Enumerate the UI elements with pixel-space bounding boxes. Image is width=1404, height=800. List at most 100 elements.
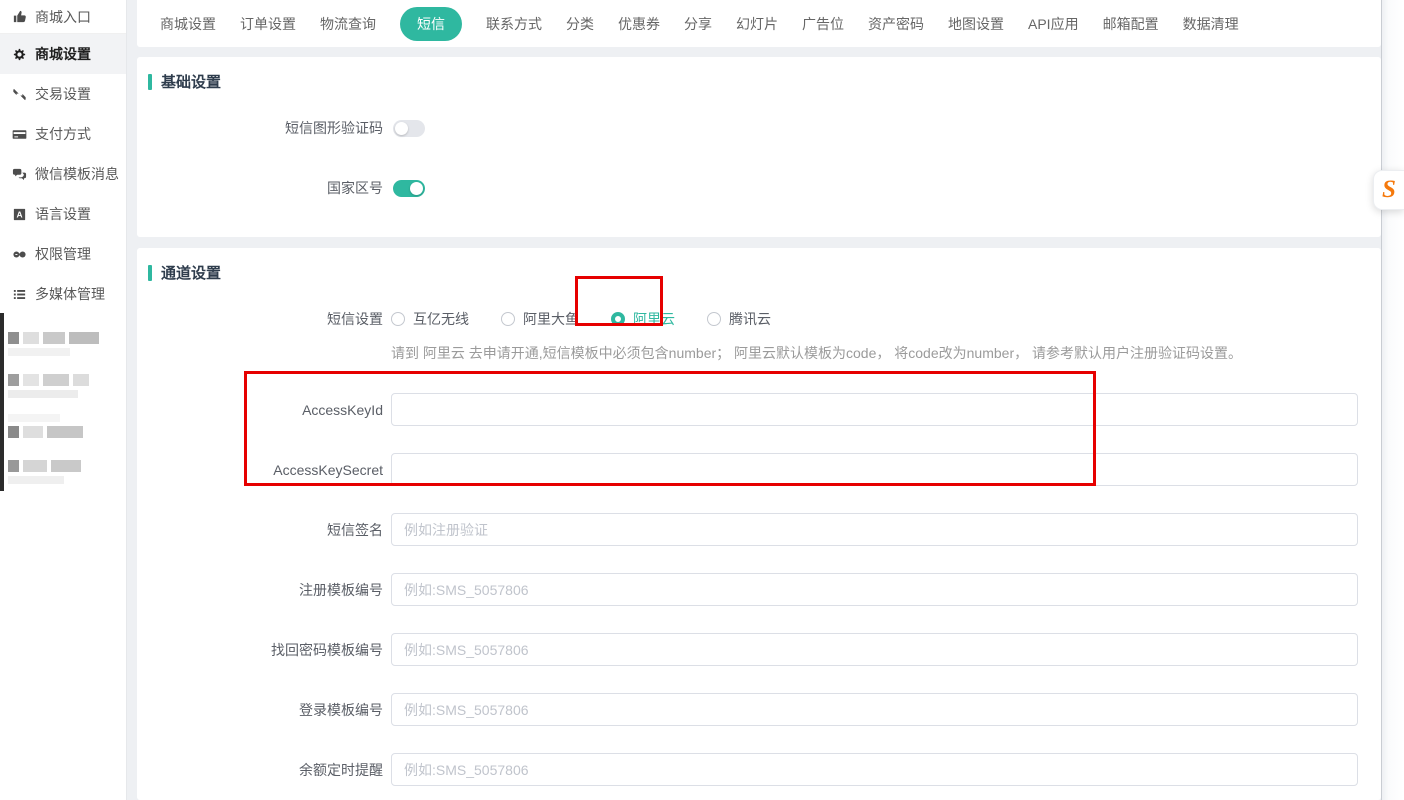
s-logo-icon: S (1382, 177, 1396, 202)
tab-email-config[interactable]: 邮箱配置 (1103, 14, 1159, 34)
sidebar-item-mall-settings[interactable]: 商城设置 (0, 34, 126, 74)
accesskeysecret-field[interactable] (391, 453, 1358, 486)
register-template-row: 注册模板编号 (137, 573, 1381, 606)
blurred-menu-item[interactable] (8, 374, 120, 386)
radio-aliyun[interactable]: 阿里云 (611, 309, 675, 329)
tab-category[interactable]: 分类 (566, 14, 594, 34)
sidebar-item-trade-settings[interactable]: 交易设置 (0, 74, 126, 114)
section-header: 基础设置 (137, 57, 1381, 92)
section-title: 通道设置 (161, 262, 221, 283)
country-code-label: 国家区号 (137, 178, 383, 198)
sms-captcha-toggle[interactable] (393, 120, 425, 137)
tab-sms[interactable]: 短信 (400, 7, 462, 41)
sidebar-scroll-indicator (0, 313, 4, 491)
sidebar-blurred-items (8, 332, 120, 484)
balance-reminder-label: 余额定时提醒 (137, 760, 383, 780)
radio-icon (391, 312, 405, 326)
password-recovery-template-label: 找回密码模板编号 (137, 640, 383, 660)
accesskeyid-label: AccessKeyId (137, 402, 383, 418)
channel-settings-section: 通道设置 短信设置 互亿无线 阿里大鱼 阿里云 腾讯云 请到 阿里云 去申请开通… (137, 248, 1381, 800)
sms-provider-row: 短信设置 互亿无线 阿里大鱼 阿里云 腾讯云 (137, 309, 1381, 329)
comments-icon (12, 167, 27, 182)
section-accent-bar (148, 265, 152, 281)
settings-tabbar: 商城设置 订单设置 物流查询 短信 联系方式 分类 优惠券 分享 幻灯片 广告位… (137, 0, 1381, 47)
balance-reminder-field[interactable] (391, 753, 1358, 786)
section-header: 通道设置 (137, 248, 1381, 283)
sms-sign-field[interactable] (391, 513, 1358, 546)
sidebar-item-label: 商城设置 (35, 44, 91, 64)
password-recovery-template-row: 找回密码模板编号 (137, 633, 1381, 666)
sidebar-item-multimedia[interactable]: 多媒体管理 (0, 274, 126, 314)
sidebar-item-label: 权限管理 (35, 244, 91, 264)
blurred-menu-subline (8, 348, 70, 356)
section-title: 基础设置 (161, 71, 221, 92)
tab-slides[interactable]: 幻灯片 (736, 14, 778, 34)
accesskeysecret-label: AccessKeySecret (137, 462, 383, 478)
register-template-label: 注册模板编号 (137, 580, 383, 600)
floating-chat-widget[interactable]: S (1373, 170, 1404, 210)
list-icon (12, 287, 27, 302)
sidebar-item-payment-methods[interactable]: 支付方式 (0, 114, 126, 154)
tab-mall-settings[interactable]: 商城设置 (160, 14, 216, 34)
country-code-row: 国家区号 (137, 178, 1381, 198)
balance-reminder-row: 余额定时提醒 (137, 753, 1381, 786)
tab-order-settings[interactable]: 订单设置 (240, 14, 296, 34)
scrollbar[interactable] (1381, 0, 1404, 800)
password-recovery-template-field[interactable] (391, 633, 1358, 666)
tab-map-settings[interactable]: 地图设置 (948, 14, 1004, 34)
mall-entrance-icon (12, 9, 27, 24)
country-code-toggle[interactable] (393, 180, 425, 197)
sidebar-item-mall-entrance[interactable]: 商城入口 (0, 0, 126, 34)
radio-icon (501, 312, 515, 326)
tab-logistics[interactable]: 物流查询 (320, 14, 376, 34)
sidebar-item-permissions[interactable]: 权限管理 (0, 234, 126, 274)
sms-provider-label: 短信设置 (137, 309, 383, 329)
tab-coupon[interactable]: 优惠券 (618, 14, 660, 34)
radio-tencent[interactable]: 腾讯云 (707, 309, 771, 329)
gear-icon (12, 47, 27, 62)
radio-label: 互亿无线 (413, 309, 469, 329)
accesskeysecret-row: AccessKeySecret (137, 453, 1381, 486)
radio-icon (707, 312, 721, 326)
sidebar-item-label: 交易设置 (35, 84, 91, 104)
sms-sign-row: 短信签名 (137, 513, 1381, 546)
accesskeyid-row: AccessKeyId (137, 393, 1381, 426)
sidebar-item-label: 语言设置 (35, 204, 91, 224)
sidebar-item-label: 微信模板消息 (35, 164, 119, 184)
toggle-knob (395, 122, 408, 135)
blurred-menu-subline (8, 476, 64, 484)
radio-label: 阿里大鱼 (523, 309, 579, 329)
tab-share[interactable]: 分享 (684, 14, 712, 34)
blurred-menu-subline (8, 414, 60, 422)
login-template-label: 登录模板编号 (137, 700, 383, 720)
accesskeyid-field[interactable] (391, 393, 1358, 426)
sidebar-item-wechat-template[interactable]: 微信模板消息 (0, 154, 126, 194)
sidebar: 商城入口 商城设置 交易设置 支付方式 微信模板消息 A 语言设置 权限管理 多… (0, 0, 127, 800)
login-template-field[interactable] (391, 693, 1358, 726)
radio-alidayu[interactable]: 阿里大鱼 (501, 309, 579, 329)
sidebar-item-language-settings[interactable]: A 语言设置 (0, 194, 126, 234)
blurred-menu-item[interactable] (8, 460, 120, 472)
sidebar-item-label: 商城入口 (35, 7, 91, 27)
sms-captcha-row: 短信图形验证码 (137, 118, 1381, 138)
radio-huyi[interactable]: 互亿无线 (391, 309, 469, 329)
radio-label: 腾讯云 (729, 309, 771, 329)
aliyun-hint-text: 请到 阿里云 去申请开通,短信模板中必须包含number； 阿里云默认模板为co… (391, 343, 1381, 363)
register-template-field[interactable] (391, 573, 1358, 606)
basic-settings-section: 基础设置 短信图形验证码 国家区号 (137, 57, 1381, 237)
blurred-menu-item[interactable] (8, 332, 120, 344)
tab-api[interactable]: API应用 (1028, 14, 1079, 34)
blurred-menu-item[interactable] (8, 426, 120, 438)
tab-contact[interactable]: 联系方式 (486, 14, 542, 34)
sms-sign-label: 短信签名 (137, 520, 383, 540)
login-template-row: 登录模板编号 (137, 693, 1381, 726)
radio-icon-selected (611, 312, 625, 326)
language-icon: A (12, 207, 27, 222)
radio-label: 阿里云 (633, 309, 675, 329)
tab-data-clean[interactable]: 数据清理 (1183, 14, 1239, 34)
permissions-icon (12, 247, 27, 262)
tab-ad-position[interactable]: 广告位 (802, 14, 844, 34)
trade-icon (12, 87, 27, 102)
tab-asset-password[interactable]: 资产密码 (868, 14, 924, 34)
sidebar-item-label: 多媒体管理 (35, 284, 105, 304)
